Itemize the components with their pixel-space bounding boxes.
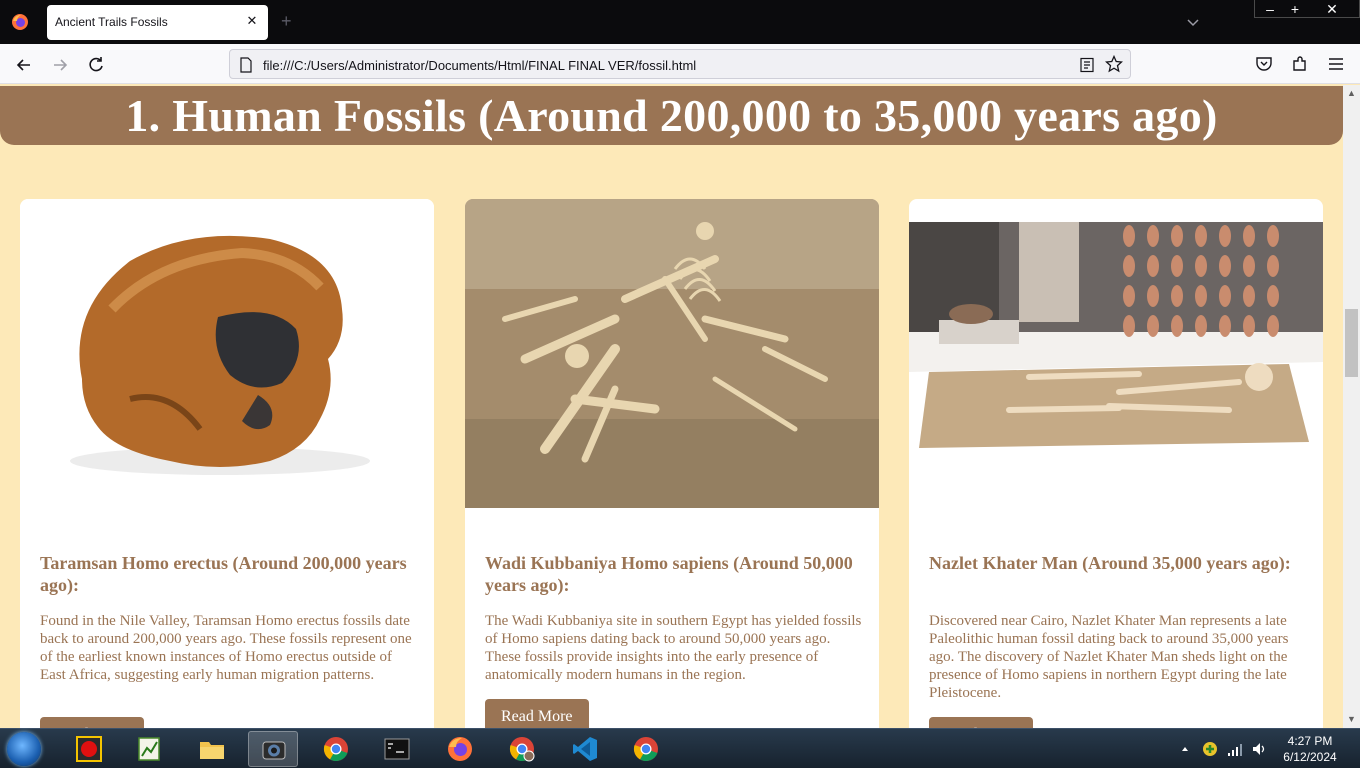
windows-taskbar: 4:27 PM 6/12/2024 bbox=[0, 728, 1360, 768]
extensions-icon[interactable] bbox=[1291, 55, 1309, 73]
vscode-icon bbox=[573, 737, 597, 761]
signal-icon[interactable] bbox=[1227, 741, 1243, 757]
page-content: 1. Human Fossils (Around 200,000 to 35,0… bbox=[0, 85, 1343, 728]
card-description: The Wadi Kubbaniya site in southern Egyp… bbox=[485, 613, 862, 683]
card-title: Nazlet Khater Man (Around 35,000 years a… bbox=[929, 553, 1291, 573]
firefox-icon bbox=[448, 737, 472, 761]
scroll-down-arrow-icon[interactable]: ▼ bbox=[1346, 714, 1357, 725]
taskbar-chrome-2[interactable] bbox=[621, 731, 671, 767]
fossil-card-nazlet-khater: Nazlet Khater Man (Around 35,000 years a… bbox=[909, 199, 1323, 728]
show-hidden-icons-icon[interactable] bbox=[1180, 741, 1190, 757]
page-scrollbar[interactable]: ▲ ▼ bbox=[1343, 85, 1360, 728]
tab-title: Ancient Trails Fossils bbox=[55, 15, 168, 29]
system-clock[interactable]: 4:27 PM 6/12/2024 bbox=[1270, 733, 1350, 765]
read-more-button[interactable]: Read More bbox=[929, 717, 1033, 728]
chart-icon bbox=[138, 737, 160, 761]
taskbar-vscode[interactable] bbox=[560, 731, 610, 767]
browser-tab-bar: Ancient Trails Fossils ✕ + – + ✕ bbox=[0, 0, 1360, 44]
card-title: Taramsan Homo erectus (Around 200,000 ye… bbox=[40, 553, 407, 595]
minimize-button[interactable]: – bbox=[1257, 0, 1283, 18]
taskbar-file-explorer[interactable] bbox=[187, 731, 237, 767]
new-tab-button[interactable]: + bbox=[281, 11, 292, 31]
url-bar[interactable]: file:///C:/Users/Administrator/Documents… bbox=[229, 49, 1131, 79]
camera-icon bbox=[262, 741, 286, 760]
read-more-button[interactable]: Read More bbox=[40, 717, 144, 728]
url-text: file:///C:/Users/Administrator/Documents… bbox=[263, 58, 697, 73]
fossil-card-taramsan: Taramsan Homo erectus (Around 200,000 ye… bbox=[20, 199, 434, 728]
taskbar-chrome[interactable] bbox=[311, 731, 361, 767]
record-icon bbox=[76, 736, 102, 762]
section-heading-banner: 1. Human Fossils (Around 200,000 to 35,0… bbox=[0, 86, 1343, 145]
taskbar-chrome-profile[interactable] bbox=[497, 731, 547, 767]
taskbar-chart-app[interactable] bbox=[125, 731, 175, 767]
clock-date: 6/12/2024 bbox=[1283, 750, 1337, 764]
chevron-down-icon[interactable] bbox=[1185, 14, 1201, 30]
reader-view-icon[interactable] bbox=[1079, 57, 1095, 73]
fossil-card-wadi-kubbaniya: Wadi Kubbaniya Homo sapiens (Around 50,0… bbox=[465, 199, 879, 728]
page-icon bbox=[240, 57, 252, 73]
reload-icon[interactable] bbox=[86, 55, 106, 75]
network-status-icon[interactable] bbox=[1202, 741, 1218, 757]
taskbar-camera-app[interactable] bbox=[248, 731, 298, 767]
card-description: Found in the Nile Valley, Taramsan Homo … bbox=[40, 613, 412, 683]
scroll-thumb[interactable] bbox=[1345, 309, 1358, 377]
start-button[interactable] bbox=[7, 732, 41, 766]
pocket-icon[interactable] bbox=[1255, 55, 1273, 73]
scroll-up-arrow-icon[interactable]: ▲ bbox=[1346, 88, 1357, 99]
read-more-button[interactable]: Read More bbox=[485, 699, 589, 728]
maximize-button[interactable]: + bbox=[1282, 0, 1308, 18]
clock-time: 4:27 PM bbox=[1287, 734, 1333, 748]
skull-photo bbox=[20, 199, 434, 499]
bookmark-star-icon[interactable] bbox=[1105, 55, 1123, 73]
museum-skeleton-display-photo bbox=[909, 222, 1323, 484]
chrome-profile-icon bbox=[509, 737, 535, 762]
taskbar-terminal[interactable] bbox=[372, 731, 422, 767]
volume-icon[interactable] bbox=[1251, 741, 1267, 757]
firefox-icon[interactable] bbox=[11, 13, 29, 31]
back-icon[interactable] bbox=[14, 55, 34, 75]
chrome-icon bbox=[323, 737, 348, 762]
tab-close-icon[interactable]: ✕ bbox=[245, 13, 259, 29]
card-description: Discovered near Cairo, Nazlet Khater Man… bbox=[929, 613, 1289, 701]
skeleton-in-sand-photo bbox=[465, 199, 879, 508]
taskbar-firefox[interactable] bbox=[435, 731, 485, 767]
folder-icon bbox=[200, 742, 224, 759]
forward-icon[interactable] bbox=[50, 55, 70, 75]
browser-nav-bar: file:///C:/Users/Administrator/Documents… bbox=[0, 44, 1360, 84]
section-heading: 1. Human Fossils (Around 200,000 to 35,0… bbox=[125, 90, 1218, 141]
browser-tab-active[interactable]: Ancient Trails Fossils ✕ bbox=[47, 5, 268, 40]
close-window-button[interactable]: ✕ bbox=[1319, 0, 1345, 18]
menu-icon[interactable] bbox=[1327, 55, 1345, 73]
chrome-icon bbox=[633, 737, 658, 762]
card-title: Wadi Kubbaniya Homo sapiens (Around 50,0… bbox=[485, 553, 853, 595]
taskbar-record-app[interactable] bbox=[64, 731, 114, 767]
terminal-icon bbox=[384, 738, 410, 760]
